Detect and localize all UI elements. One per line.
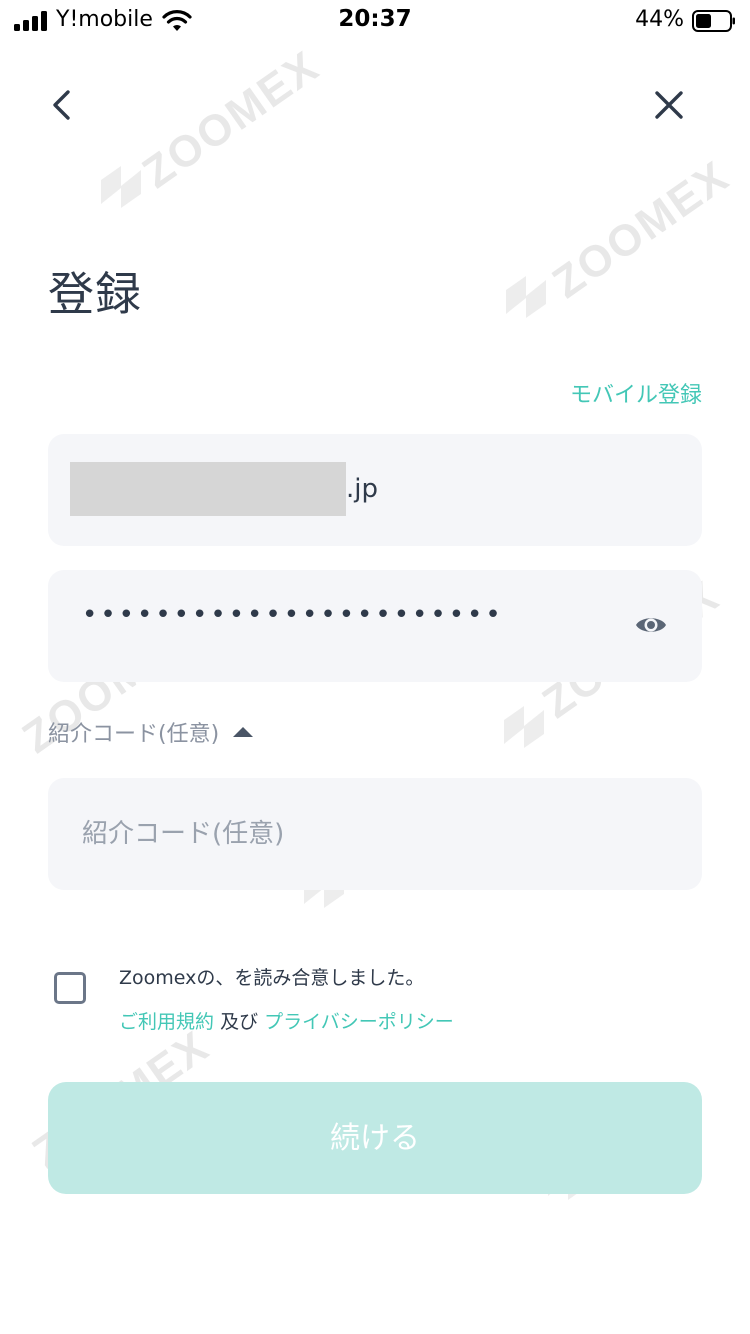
continue-button[interactable]: 続ける: [48, 1082, 702, 1194]
redacted-email-block: [70, 462, 346, 516]
email-value-suffix: .jp: [346, 474, 378, 504]
battery-percentage: 44%: [635, 7, 684, 32]
watermark: ZOOMEX: [543, 151, 739, 308]
agree-checkbox[interactable]: [54, 972, 86, 1004]
terms-of-service-link[interactable]: ご利用規約: [119, 1011, 214, 1033]
watermark-logo-icon: [504, 706, 544, 748]
caret-up-icon: [233, 727, 254, 737]
watermark-logo-icon: [101, 166, 141, 208]
watermark: ZOOMEX: [133, 41, 329, 198]
close-icon[interactable]: [644, 80, 694, 130]
battery-icon: [692, 10, 735, 32]
password-field[interactable]: •••••••••••••••••••••••: [48, 570, 702, 682]
chevron-left-icon[interactable]: [38, 80, 88, 130]
agreement-conjunction: 及び: [220, 1011, 259, 1033]
agreement-text: Zoomexの、を読み合意しました。: [119, 967, 425, 989]
privacy-policy-link[interactable]: プライバシーポリシー: [264, 1011, 454, 1033]
agreement-links: ご利用規約 及び プライバシーポリシー: [119, 1007, 454, 1034]
email-field[interactable]: .jp: [48, 434, 702, 546]
referral-code-toggle[interactable]: 紹介コード(任意): [48, 716, 254, 748]
referral-code-input[interactable]: [82, 810, 662, 858]
password-value: •••••••••••••••••••••••: [82, 600, 504, 630]
watermark-logo-icon: [506, 276, 546, 318]
referral-field[interactable]: [48, 778, 702, 890]
page-title: 登録: [48, 267, 142, 321]
status-bar: Y!mobile 20:37 44%: [0, 0, 750, 44]
referral-toggle-label: 紹介コード(任意): [48, 722, 220, 747]
mobile-register-link[interactable]: モバイル登録: [570, 377, 702, 409]
eye-icon[interactable]: [634, 612, 668, 638]
